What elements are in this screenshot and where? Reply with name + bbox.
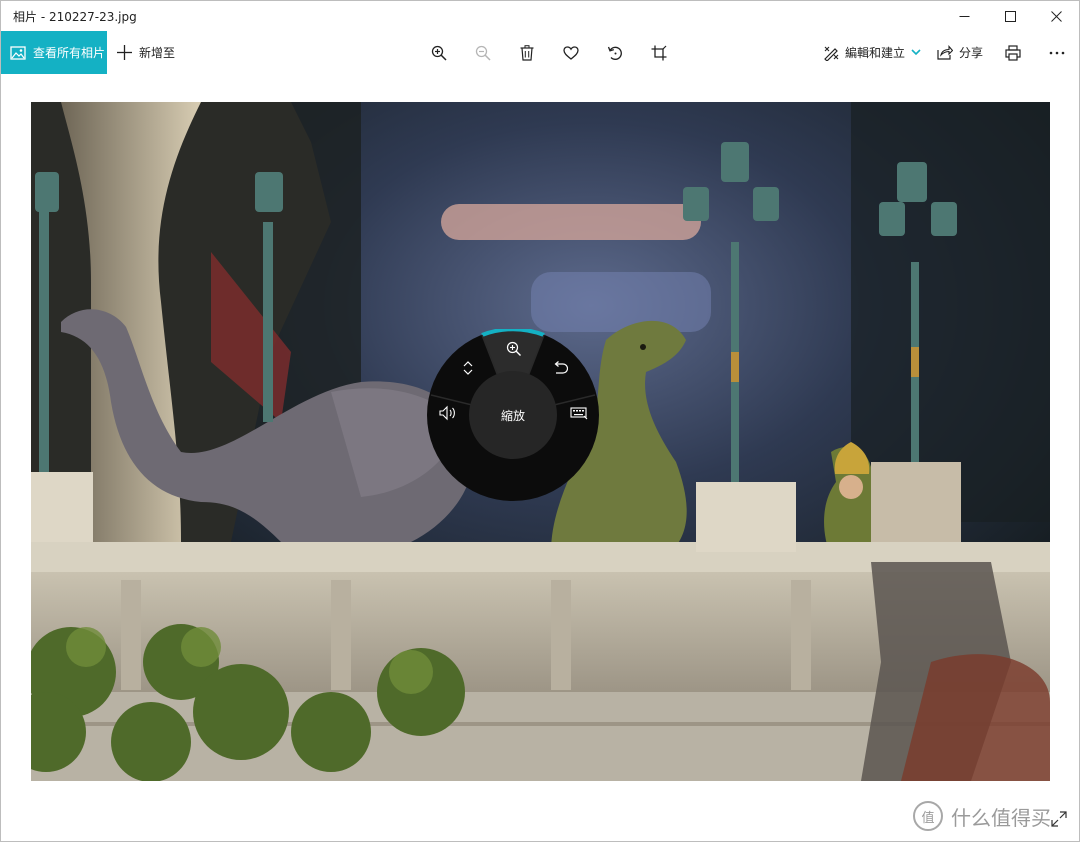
print-button[interactable]: [991, 31, 1035, 74]
up-down-chevron-icon: [463, 361, 473, 375]
crop-button[interactable]: [637, 31, 681, 74]
keyboard-icon: [570, 407, 588, 420]
photo-icon: [10, 45, 26, 60]
undo-icon: [554, 361, 568, 374]
window-controls: [941, 1, 1079, 31]
fullscreen-icon[interactable]: [1050, 810, 1068, 828]
crop-icon: [651, 45, 667, 60]
share-button[interactable]: 分享: [929, 31, 991, 74]
watermark-text: 什么值得买: [951, 805, 1051, 830]
site-watermark: 值 什么值得买: [913, 801, 1051, 831]
plus-icon: [117, 45, 132, 60]
close-button[interactable]: [1033, 1, 1079, 31]
title-bar: 相片 - 210227-23.jpg: [1, 1, 1079, 31]
window-title: 相片 - 210227-23.jpg: [13, 9, 137, 24]
edit-and-create-button[interactable]: 編輯和建立: [815, 31, 929, 74]
see-all-photos-label: 查看所有相片: [33, 46, 106, 60]
share-icon: [937, 45, 953, 60]
maximize-icon: [1004, 10, 1016, 22]
more-options-button[interactable]: [1035, 31, 1079, 74]
edit-create-icon: [823, 45, 839, 61]
add-to-button[interactable]: 新增至: [117, 31, 175, 74]
chevron-down-icon: [911, 49, 921, 56]
watermark-badge: 值: [913, 801, 943, 831]
maximize-button[interactable]: [987, 1, 1033, 31]
dial-scroll-segment[interactable]: [457, 357, 479, 379]
dial-volume-segment[interactable]: [437, 402, 459, 424]
dial-undo-segment[interactable]: [549, 357, 571, 379]
minimize-icon: [959, 15, 969, 17]
trash-icon: [520, 44, 534, 61]
toolbar: 查看所有相片 新增至 編輯和建立 分享: [1, 31, 1079, 74]
zoom-out-button[interactable]: [461, 31, 505, 74]
zoom-dial[interactable]: 縮放: [427, 327, 599, 501]
image-tools: [417, 31, 681, 74]
favorite-button[interactable]: [549, 31, 593, 74]
share-label: 分享: [958, 46, 983, 60]
right-tools: 編輯和建立 分享: [815, 31, 1079, 74]
volume-icon: [439, 405, 455, 421]
dial-zoom-in-segment[interactable]: [503, 338, 525, 360]
minimize-button[interactable]: [941, 1, 987, 31]
zoom-in-button[interactable]: [417, 31, 461, 74]
rotate-button[interactable]: [593, 31, 637, 74]
zoom-in-icon: [431, 45, 447, 61]
edit-and-create-label: 編輯和建立: [844, 46, 905, 60]
delete-button[interactable]: [505, 31, 549, 74]
see-all-photos-button[interactable]: 查看所有相片: [1, 31, 107, 74]
print-icon: [1005, 44, 1021, 61]
dial-keyboard-segment[interactable]: [568, 402, 590, 424]
heart-icon: [563, 45, 579, 60]
zoom-in-icon: [506, 341, 521, 356]
zoom-out-icon: [475, 45, 491, 61]
more-icon: [1049, 51, 1065, 54]
rotate-icon: [607, 46, 622, 60]
close-icon: [1050, 10, 1062, 22]
add-to-label: 新增至: [139, 46, 176, 60]
